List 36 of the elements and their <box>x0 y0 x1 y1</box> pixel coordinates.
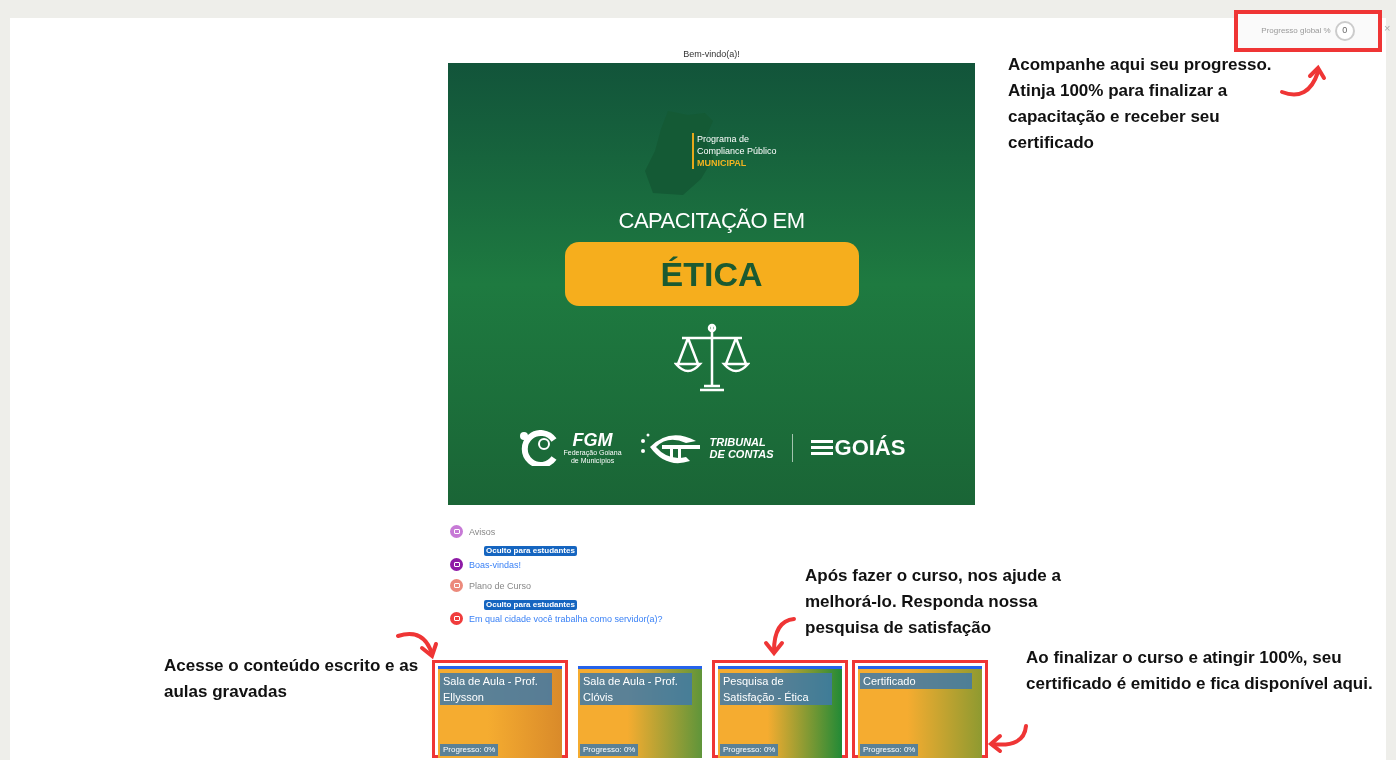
card-title: Sala de Aula - Prof. Ellysson <box>440 673 552 705</box>
logo-text: FGM <box>572 431 613 449</box>
card-title: Certificado <box>860 673 972 689</box>
course-card[interactable]: Sala de Aula - Prof. Ellysson Progresso: 0% <box>438 666 562 758</box>
course-card[interactable]: Certificado Progresso: 0% <box>858 666 982 758</box>
banner-text: MUNICIPAL <box>697 157 748 169</box>
activity-link[interactable]: Em qual cidade você trabalha como servidor(a)? <box>469 612 663 625</box>
logo-text: TRIBUNAL <box>709 436 767 448</box>
hidden-badge: Oculto para estudantes <box>484 600 577 610</box>
progress-label: Progresso global % <box>1261 25 1331 37</box>
annotation-text: Acompanhe aqui seu progresso. Atinja 100% para finalizar a capacitação e receber seu certificado <box>1008 54 1273 154</box>
annotation-text: Ao finalizar o curso e atingir 100%, seu certificado é emitido e fica disponível aqui. <box>1026 647 1374 695</box>
flag-icon <box>810 438 833 458</box>
banner-highlight: ÉTICA <box>564 242 859 306</box>
card-progress: Progresso: 0% <box>720 744 779 756</box>
progress-value: 0 <box>1334 21 1355 41</box>
card-title: Pesquisa de Satisfação - Ética <box>720 673 832 705</box>
activity-link[interactable]: Boas-vindas! <box>469 558 522 571</box>
activity-label: Plano de Curso <box>469 579 532 592</box>
hidden-badge: Oculto para estudantes <box>484 546 577 556</box>
logo-icon <box>517 430 558 466</box>
annotation-text: Após fazer o curso, nos ajude a melhorá-lo. Responda nossa pesquisa de satisfação <box>805 565 1062 639</box>
course-card[interactable]: Sala de Aula - Prof. Clóvis Progresso: 0% <box>578 666 702 758</box>
banner-text: Compliance Público <box>697 145 777 157</box>
course-card[interactable]: Pesquisa de Satisfação - Ética Progresso: 0% <box>718 666 842 758</box>
annotation-text: Acesse o conteúdo escrito e as aulas gravadas <box>164 655 420 703</box>
welcome-heading: Bem-vindo(a)! <box>683 48 740 60</box>
card-progress: Progresso: 0% <box>860 744 919 756</box>
banner-text: Programa de <box>697 133 751 145</box>
card-title: Sala de Aula - Prof. Clóvis <box>580 673 692 705</box>
logo-text: GOIÁS <box>834 437 906 459</box>
banner-heading: CAPACITAÇÃO EM <box>618 208 805 234</box>
activity-label: Avisos <box>469 525 496 538</box>
card-progress: Progresso: 0% <box>580 744 639 756</box>
logo-text: DE CONTAS <box>709 448 774 460</box>
card-progress: Progresso: 0% <box>440 744 499 756</box>
